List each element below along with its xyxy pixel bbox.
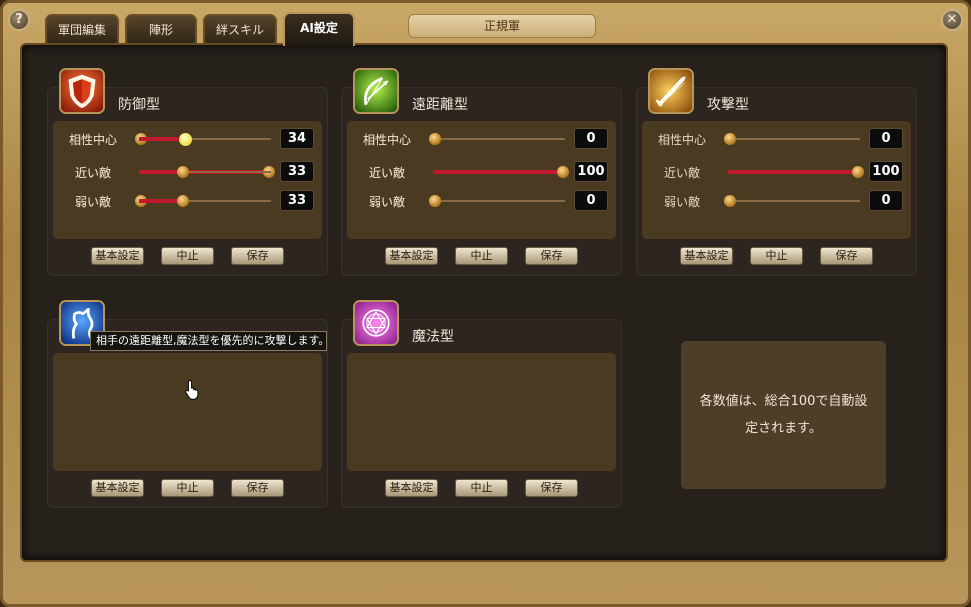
slider-label: 近い敵 [663, 166, 700, 180]
slider-track[interactable] [139, 166, 271, 178]
bow-arrow-icon [353, 68, 399, 114]
value-box[interactable]: 33 [280, 161, 314, 182]
save-button[interactable]: 保存 [525, 479, 578, 497]
row-weak-enemy: 弱い敵 0 [347, 188, 616, 214]
row-near-enemy: 近い敵 100 [642, 159, 911, 185]
slider-label: 相性中心 [657, 133, 706, 147]
panel-title: 魔法型 [412, 329, 454, 345]
slider-track[interactable] [724, 195, 860, 207]
slider-label: 弱い敵 [663, 195, 700, 209]
value-box[interactable]: 0 [574, 128, 608, 149]
slider-group: 相性中心 0 近い敵 100 弱い敵 0 [347, 128, 616, 471]
panel-magic: 魔法型 相性中心 0 近い敵 100 弱い敵 0 基本設定 中止 保存 [341, 128, 622, 508]
slider-handle[interactable] [177, 195, 190, 207]
value-box[interactable]: 34 [280, 128, 314, 149]
row-near-enemy: 近い敵 100 [347, 159, 616, 185]
row-affinity: 相性中心 34 [53, 126, 322, 152]
magic-circle-icon [353, 300, 399, 346]
panel-title: 攻撃型 [707, 97, 749, 113]
slider-track[interactable] [429, 195, 565, 207]
row-affinity: 相性中心 0 [642, 126, 911, 152]
slider-label: 相性中心 [68, 133, 117, 147]
close-button[interactable]: ✕ [941, 9, 963, 31]
sword-icon [648, 68, 694, 114]
value-box[interactable]: 33 [280, 190, 314, 211]
slider-group: 相性中心 0 近い敵 100 弱い敵 0 [642, 121, 911, 239]
stop-button[interactable]: 中止 [455, 247, 508, 265]
slider-label: 近い敵 [368, 166, 405, 180]
tab-formation[interactable]: 陣形 [125, 14, 197, 44]
save-button[interactable]: 保存 [231, 247, 284, 265]
value-box[interactable]: 100 [574, 161, 608, 182]
slider-track[interactable] [139, 195, 271, 207]
help-button[interactable]: ? [8, 9, 30, 31]
slider-label: 弱い敵 [74, 195, 111, 209]
tab-ai-settings[interactable]: AI設定 [283, 12, 355, 46]
slider-label: 相性中心 [362, 133, 411, 147]
slider-label: 弱い敵 [368, 195, 405, 209]
value-box[interactable]: 0 [869, 128, 903, 149]
slider-fill [433, 170, 563, 174]
basic-settings-button[interactable]: 基本設定 [680, 247, 733, 265]
row-affinity: 相性中心 0 [347, 126, 616, 152]
slider-handle[interactable] [429, 133, 441, 145]
slider-fill [139, 137, 185, 141]
slider-track[interactable] [433, 166, 569, 178]
slider-label: 近い敵 [74, 166, 111, 180]
info-text: 各数値は、総合100で自動設定されます。 [699, 394, 868, 436]
stop-button[interactable]: 中止 [455, 479, 508, 497]
basic-settings-button[interactable]: 基本設定 [385, 247, 438, 265]
slider-track[interactable] [724, 133, 860, 145]
slider-track[interactable] [139, 133, 271, 146]
stop-button[interactable]: 中止 [161, 247, 214, 265]
save-button[interactable]: 保存 [231, 479, 284, 497]
slider-handle[interactable] [178, 133, 192, 146]
panel-attack: 攻撃型相性中心 0 近い敵 100 弱い敵 0 基本設定 中止 保存 [636, 68, 917, 276]
slider-group: 相性中心 34 近い敵 33 弱い敵 33 [53, 128, 322, 471]
stop-button[interactable]: 中止 [161, 479, 214, 497]
window-title: 正規軍 [408, 14, 596, 38]
save-button[interactable]: 保存 [820, 247, 873, 265]
slider-handle[interactable] [557, 166, 569, 178]
basic-settings-button[interactable]: 基本設定 [385, 479, 438, 497]
tab-unit-edit[interactable]: 軍団編集 [45, 14, 119, 44]
value-box[interactable]: 0 [574, 190, 608, 211]
tooltip: 相手の遠距離型,魔法型を優先的に攻撃します。 [90, 331, 327, 351]
info-box: 各数値は、総合100で自動設定されます。 [681, 341, 886, 489]
value-box[interactable]: 100 [869, 161, 903, 182]
slider-handle[interactable] [724, 133, 736, 145]
basic-settings-button[interactable]: 基本設定 [91, 479, 144, 497]
row-weak-enemy: 弱い敵 33 [53, 188, 322, 214]
value-box[interactable]: 0 [869, 190, 903, 211]
slider-handle[interactable] [852, 166, 864, 178]
basic-settings-button[interactable]: 基本設定 [91, 247, 144, 265]
row-weak-enemy: 弱い敵 0 [642, 188, 911, 214]
slider-track[interactable] [728, 166, 864, 178]
slider-handle[interactable] [429, 195, 441, 207]
panel-title: 防御型 [118, 97, 160, 113]
row-near-enemy: 近い敵 33 [53, 159, 322, 185]
slider-handle[interactable] [724, 195, 736, 207]
stop-button[interactable]: 中止 [750, 247, 803, 265]
slider-track[interactable] [429, 133, 565, 145]
shield-icon [59, 68, 105, 114]
save-button[interactable]: 保存 [525, 247, 578, 265]
tab-bond-skill[interactable]: 絆スキル [203, 14, 277, 44]
panel-title: 遠距離型 [412, 97, 468, 113]
slider-handle[interactable] [177, 166, 190, 178]
hand-cursor-icon [185, 379, 199, 400]
slider-fill [728, 170, 858, 174]
